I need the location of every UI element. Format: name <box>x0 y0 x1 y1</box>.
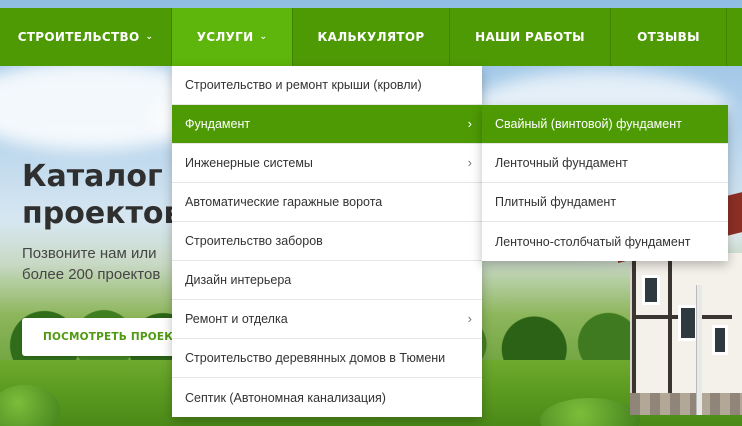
menu-item-septic[interactable]: Септик (Автономная канализация) <box>172 378 482 417</box>
nav-label: ОТЗЫВЫ <box>637 30 700 44</box>
menu-item-label: Фундамент <box>185 117 251 131</box>
menu-item-label: Септик (Автономная канализация) <box>185 390 386 405</box>
menu-item-label: Строительство и ремонт крыши (кровли) <box>185 78 422 92</box>
hero-title: Каталог проектов <box>22 159 183 231</box>
submenu-item-label: Ленточно-столбчатый фундамент <box>495 234 691 249</box>
menu-item-garage-gates[interactable]: Автоматические гаражные ворота <box>172 183 482 222</box>
chevron-right-icon: › <box>467 116 472 131</box>
submenu-item-label: Плитный фундамент <box>495 195 617 209</box>
menu-item-wooden-houses[interactable]: Строительство деревянных домов в Тюмени <box>172 339 482 378</box>
submenu-item-label: Свайный (винтовой) фундамент <box>495 117 682 131</box>
menu-item-fences[interactable]: Строительство заборов <box>172 222 482 261</box>
nav-spacer <box>727 8 742 66</box>
submenu-item-strip-foundation[interactable]: Ленточный фундамент <box>482 144 728 183</box>
submenu-item-strip-column-foundation[interactable]: Ленточно-столбчатый фундамент <box>482 222 728 261</box>
menu-item-roofing[interactable]: Строительство и ремонт крыши (кровли) <box>172 66 482 105</box>
nav-item-calculator[interactable]: КАЛЬКУЛЯТОР <box>293 8 450 66</box>
menu-item-label: Автоматические гаражные ворота <box>185 195 383 209</box>
submenu-item-label: Ленточный фундамент <box>495 156 628 170</box>
menu-item-foundation[interactable]: Фундамент › <box>172 105 482 144</box>
drainpipe <box>696 285 702 415</box>
hero-subtitle: Позвоните нам или более 200 проектов <box>22 245 161 283</box>
menu-item-label: Строительство деревянных домов в Тюмени <box>185 351 446 365</box>
menu-item-label: Дизайн интерьера <box>185 273 292 287</box>
view-projects-button[interactable]: ПОСМОТРЕТЬ ПРОЕКТЫ <box>22 318 187 356</box>
nav-label: УСЛУГИ <box>196 30 254 44</box>
submenu-item-pile-foundation[interactable]: Свайный (винтовой) фундамент <box>482 105 728 144</box>
nav-item-reviews[interactable]: ОТЗЫВЫ <box>611 8 727 66</box>
main-nav: СТРОИТЕЛЬСТВО ⌄ УСЛУГИ ⌄ КАЛЬКУЛЯТОР НАШ… <box>0 8 742 66</box>
foundation-submenu: Свайный (винтовой) фундамент Ленточный ф… <box>482 105 728 261</box>
nav-label: СТРОИТЕЛЬСТВО <box>17 30 140 44</box>
chevron-right-icon: › <box>467 311 472 326</box>
chevron-down-icon: ⌄ <box>259 32 268 42</box>
menu-item-renovation[interactable]: Ремонт и отделка › <box>172 300 482 339</box>
menu-item-engineering-systems[interactable]: Инженерные системы › <box>172 144 482 183</box>
nav-item-services[interactable]: УСЛУГИ ⌄ <box>172 8 293 66</box>
chevron-right-icon: › <box>467 155 472 170</box>
menu-item-interior-design[interactable]: Дизайн интерьера <box>172 261 482 300</box>
menu-item-label: Строительство заборов <box>185 234 323 248</box>
services-dropdown: Строительство и ремонт крыши (кровли) Фу… <box>172 66 482 417</box>
menu-item-label: Инженерные системы <box>185 156 313 170</box>
nav-item-our-works[interactable]: НАШИ РАБОТЫ <box>450 8 611 66</box>
menu-item-label: Ремонт и отделка <box>185 312 288 326</box>
nav-item-construction[interactable]: СТРОИТЕЛЬСТВО ⌄ <box>0 8 172 66</box>
chevron-down-icon: ⌄ <box>145 32 154 42</box>
nav-label: НАШИ РАБОТЫ <box>475 30 585 44</box>
nav-label: КАЛЬКУЛЯТОР <box>317 30 425 44</box>
submenu-item-slab-foundation[interactable]: Плитный фундамент <box>482 183 728 222</box>
